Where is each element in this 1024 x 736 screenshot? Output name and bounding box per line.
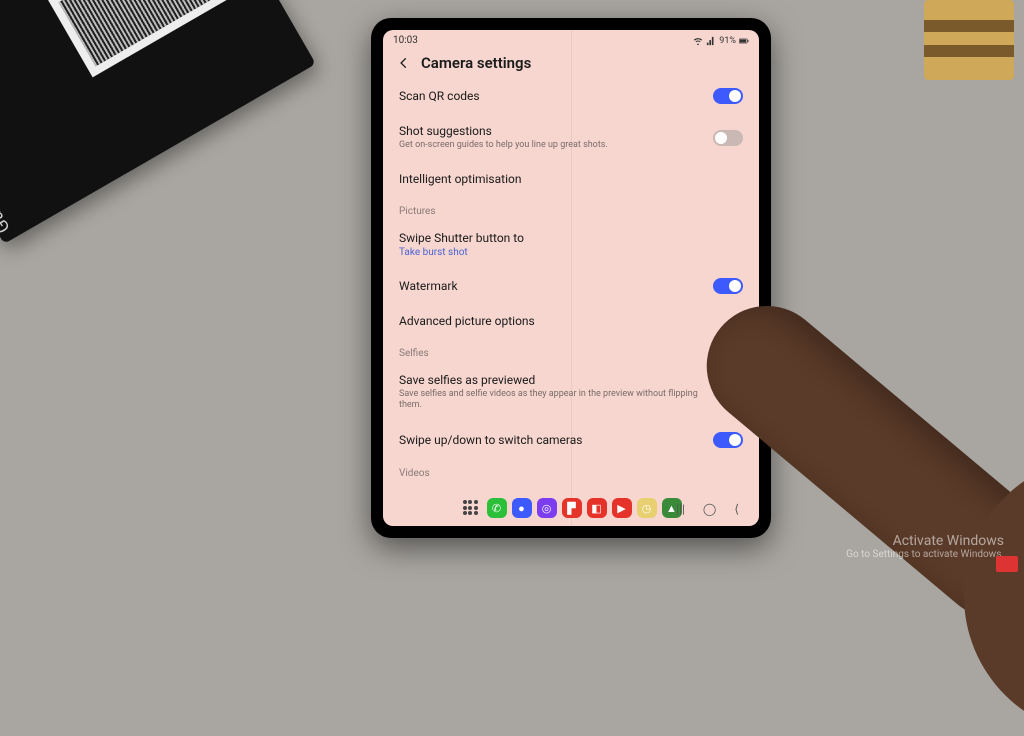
- save-selfies-toggle[interactable]: [713, 384, 743, 400]
- activate-windows-watermark: Activate Windows Go to Settings to activ…: [846, 533, 1004, 560]
- shot-suggestions-row[interactable]: Shot suggestions Get on-screen guides to…: [399, 114, 743, 162]
- shot-suggestions-desc: Get on-screen guides to help you line up…: [399, 140, 703, 152]
- settings-list[interactable]: Scan QR codes Shot suggestions Get on-sc…: [383, 78, 759, 492]
- section-pictures: Pictures: [399, 196, 743, 221]
- device-screen: 10:03 91% Camera settings Scan QR codes …: [383, 30, 759, 526]
- product-box-label: Galaxy Z Fold6: [0, 118, 15, 237]
- page-title: Camera settings: [421, 54, 531, 72]
- taskbar-gallery-icon[interactable]: ◧: [587, 498, 607, 518]
- device-frame: 10:03 91% Camera settings Scan QR codes …: [371, 18, 771, 538]
- product-box: Galaxy Z Fold6: [0, 0, 316, 244]
- swipe-cameras-label: Swipe up/down to switch cameras: [399, 433, 703, 447]
- intelligent-optimisation-row[interactable]: Intelligent optimisation: [399, 162, 743, 196]
- battery-text: 91%: [719, 36, 736, 46]
- watermark-label: Watermark: [399, 279, 703, 293]
- channel-logo: [996, 556, 1018, 572]
- back-icon[interactable]: [397, 56, 411, 70]
- scan-qr-codes-toggle[interactable]: [713, 88, 743, 104]
- clock-text: 10:03: [393, 35, 418, 46]
- activate-windows-title: Activate Windows: [846, 533, 1004, 549]
- swipe-shutter-row[interactable]: Swipe Shutter button to Take burst shot: [399, 221, 743, 268]
- save-selfies-row[interactable]: Save selfies as previewed Save selfies a…: [399, 363, 743, 422]
- watermark-row[interactable]: Watermark: [399, 268, 743, 304]
- swipe-shutter-label: Swipe Shutter button to: [399, 231, 743, 245]
- scan-qr-codes-label: Scan QR codes: [399, 89, 703, 103]
- swipe-shutter-value: Take burst shot: [399, 247, 743, 258]
- taskbar-phone-icon[interactable]: ✆: [487, 498, 507, 518]
- taskbar-samsung-icon[interactable]: ◎: [537, 498, 557, 518]
- taskbar-youtube-icon[interactable]: ▶: [612, 498, 632, 518]
- wifi-icon: [693, 36, 703, 46]
- scan-qr-codes-row[interactable]: Scan QR codes: [399, 78, 743, 114]
- swipe-cameras-toggle[interactable]: [713, 432, 743, 448]
- signal-icon: [706, 36, 716, 46]
- shot-suggestions-toggle[interactable]: [713, 130, 743, 146]
- save-selfies-desc: Save selfies and selfie videos as they a…: [399, 389, 703, 412]
- section-selfies: Selfies: [399, 338, 743, 363]
- shot-suggestions-label: Shot suggestions: [399, 124, 703, 138]
- status-icons: 91%: [693, 36, 749, 46]
- auto-fps-row[interactable]: Auto FPS: [399, 483, 743, 492]
- taskbar-clock-icon[interactable]: ◷: [637, 498, 657, 518]
- wooden-block: [924, 0, 1014, 80]
- battery-icon: [739, 36, 749, 46]
- swipe-cameras-row[interactable]: Swipe up/down to switch cameras: [399, 422, 743, 458]
- advanced-picture-options-row[interactable]: Advanced picture options: [399, 304, 743, 338]
- taskbar-flipboard-icon[interactable]: ▛: [562, 498, 582, 518]
- advanced-picture-options-label: Advanced picture options: [399, 314, 743, 328]
- section-videos: Videos: [399, 458, 743, 483]
- recents-button[interactable]: |||: [676, 502, 685, 516]
- intelligent-optimisation-label: Intelligent optimisation: [399, 172, 743, 186]
- taskbar: ✆●◎▛◧▶◷▲ ||| ◯ ⟨: [383, 494, 759, 522]
- save-selfies-label: Save selfies as previewed: [399, 373, 703, 387]
- watermark-toggle[interactable]: [713, 278, 743, 294]
- taskbar-messages-icon[interactable]: ●: [512, 498, 532, 518]
- back-button[interactable]: ⟨: [734, 502, 739, 516]
- home-button[interactable]: ◯: [703, 502, 716, 516]
- activate-windows-sub: Go to Settings to activate Windows.: [846, 549, 1004, 560]
- apps-drawer-icon[interactable]: [461, 498, 481, 518]
- barcode-label: [48, 0, 249, 77]
